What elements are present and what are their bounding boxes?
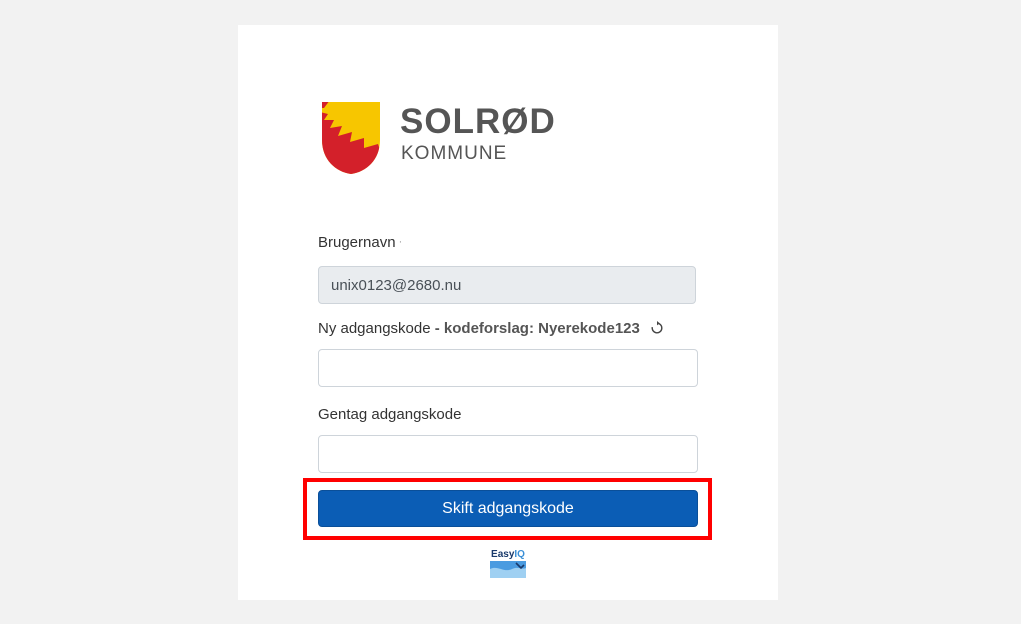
municipality-logo: SOLRØD KOMMUNE	[320, 100, 580, 180]
brand-name: SOLRØD	[400, 102, 556, 141]
username-label-text: Brugernavn	[318, 234, 396, 251]
refresh-icon[interactable]	[650, 321, 664, 335]
username-label: Brugernavn ·	[318, 234, 402, 251]
new-password-label-text: Ny adgangskode	[318, 320, 431, 337]
change-password-button[interactable]: Skift adgangskode	[318, 490, 698, 527]
easyiq-logo-text: EasyIQ	[490, 549, 526, 560]
repeat-password-input[interactable]	[318, 435, 698, 473]
repeat-password-label: Gentag adgangskode	[318, 406, 462, 423]
login-card: SOLRØD KOMMUNE Brugernavn · unix0123@2680…	[238, 25, 778, 600]
username-field: unix0123@2680.nu	[318, 266, 696, 304]
easyiq-logo-icon	[490, 561, 526, 578]
brand-subtitle: KOMMUNE	[401, 143, 508, 164]
required-marker: ·	[398, 236, 403, 248]
new-password-label: Ny adgangskode - kodeforslag: Nyerekode1…	[318, 320, 664, 337]
password-suggestion: - kodeforslag: Nyerekode123	[430, 320, 640, 337]
easyiq-logo-easy: Easy	[491, 549, 515, 560]
username-value: unix0123@2680.nu	[331, 276, 462, 294]
shield-logo-icon	[322, 102, 380, 174]
new-password-input[interactable]	[318, 349, 698, 387]
easyiq-logo-iq: IQ	[514, 549, 525, 560]
easyiq-logo: EasyIQ	[490, 549, 526, 579]
